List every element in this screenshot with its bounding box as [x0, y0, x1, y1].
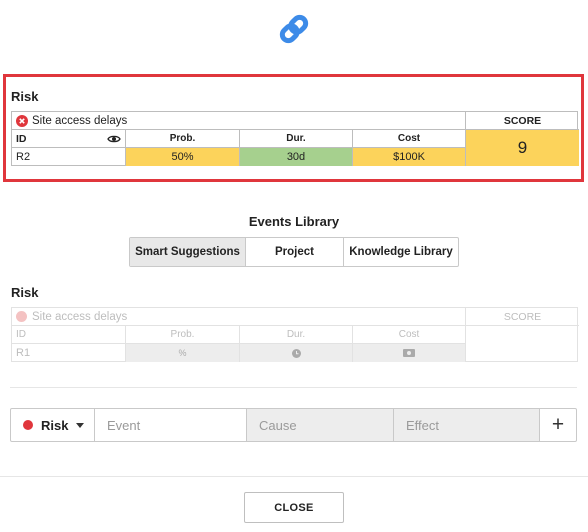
risk-color-dot: [23, 420, 33, 430]
id-value: R2: [12, 148, 126, 166]
events-library-title: Events Library: [248, 214, 340, 229]
suggested-risk-name-cell: Site access delays: [12, 308, 466, 326]
eye-icon[interactable]: [107, 134, 121, 144]
footer-divider: [0, 476, 588, 477]
new-event-row: Risk Event Cause Effect +: [10, 408, 577, 442]
tab-smart-suggestions[interactable]: Smart Suggestions: [130, 238, 246, 266]
risk-name-cell: Site access delays: [12, 112, 466, 130]
suggested-risk-name: Site access delays: [32, 310, 128, 323]
caret-down-icon: [76, 422, 85, 428]
money-icon: [403, 349, 415, 357]
score-value: 9: [466, 130, 579, 166]
suggested-dur-header: Dur.: [240, 326, 353, 344]
suggested-cost-header: Cost: [353, 326, 466, 344]
link-icon: [279, 14, 309, 44]
selected-risk-section-label: Risk: [11, 89, 39, 104]
effect-input[interactable]: Effect: [394, 409, 540, 441]
risk-dot-icon: [16, 311, 27, 322]
percent-icon: %: [126, 344, 240, 362]
library-tabs: Smart Suggestions Project Knowledge Libr…: [129, 237, 459, 267]
suggested-score-header: SCORE: [466, 308, 579, 326]
close-button[interactable]: CLOSE: [244, 492, 344, 523]
event-type-label: Risk: [41, 417, 69, 433]
suggested-id-value: R1: [12, 344, 126, 362]
suggested-id-header: ID: [12, 326, 126, 344]
add-event-button[interactable]: +: [540, 409, 576, 441]
cost-header: Cost: [353, 130, 466, 148]
suggested-risk-card[interactable]: Site access delays SCORE ID Prob. Dur. C…: [11, 307, 579, 362]
selected-risk-card[interactable]: Site access delays SCORE ID Prob. Dur. C…: [11, 111, 579, 166]
tab-knowledge-library[interactable]: Knowledge Library: [344, 238, 458, 266]
dur-header: Dur.: [240, 130, 353, 148]
suggested-score-value: [466, 326, 579, 362]
remove-icon[interactable]: [16, 114, 28, 127]
tab-project[interactable]: Project: [246, 238, 344, 266]
cause-input[interactable]: Cause: [247, 409, 394, 441]
prob-value[interactable]: 50%: [126, 148, 240, 166]
score-header: SCORE: [466, 112, 579, 130]
divider: [10, 387, 577, 388]
risk-name: Site access delays: [32, 114, 128, 127]
clock-icon: [291, 348, 301, 358]
id-header: ID: [16, 132, 27, 145]
cost-value[interactable]: $100K: [353, 148, 466, 166]
suggested-dur-cell: [240, 344, 353, 362]
suggested-prob-header: Prob.: [126, 326, 240, 344]
prob-header: Prob.: [126, 130, 240, 148]
event-type-dropdown[interactable]: Risk: [11, 409, 95, 441]
event-input[interactable]: Event: [95, 409, 247, 441]
suggestion-section-label: Risk: [11, 285, 39, 300]
dur-value[interactable]: 30d: [240, 148, 353, 166]
suggested-cost-cell: [353, 344, 466, 362]
id-header-cell: ID: [12, 130, 126, 148]
